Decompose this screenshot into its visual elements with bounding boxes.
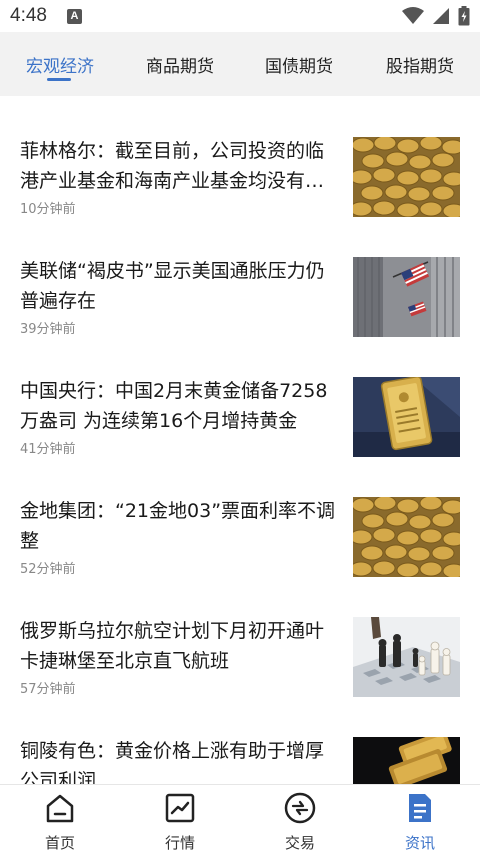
nav-home[interactable]: 首页 [0, 785, 120, 853]
nav-news[interactable]: 资讯 [360, 785, 480, 853]
news-item[interactable]: 俄罗斯乌拉尔航空计划下月初开通叶卡捷琳堡至北京直飞航班 57分钟前 [0, 616, 480, 736]
news-item[interactable]: 菲林格尔：截至目前，公司投资的临港产业基金和海南产业基金均没有投资 10分钟前 [0, 136, 480, 256]
news-item[interactable]: 金地集团：“21金地03”票面利率不调整 52分钟前 [0, 496, 480, 616]
us-flag-building-thumbnail [353, 257, 460, 337]
tab-treasury-futures[interactable]: 国债期货 [265, 32, 333, 96]
chess-thumbnail [353, 617, 460, 697]
news-title: 金地集团：“21金地03”票面利率不调整 [20, 500, 336, 552]
news-time: 39分钟前 [20, 322, 76, 337]
status-icons [402, 6, 470, 30]
news-time: 41分钟前 [20, 442, 76, 457]
bottom-navigation: 首页 行情 交易 资讯 [0, 784, 480, 853]
news-title: 美联储“褐皮书”显示美国通胀压力仍普遍存在 [20, 260, 325, 312]
status-time: 4:48 [10, 5, 47, 26]
gold-coins-thumbnail [353, 497, 460, 577]
news-time: 52分钟前 [20, 562, 76, 577]
active-tab-indicator [47, 78, 71, 81]
news-title: 铜陵有色：黄金价格上涨有助于增厚公司利润 [20, 740, 325, 784]
status-bar: 4:48 A [0, 0, 480, 32]
news-time: 57分钟前 [20, 682, 76, 697]
signal-icon [432, 7, 450, 29]
news-icon [404, 792, 436, 824]
news-feed[interactable]: 菲林格尔：截至目前，公司投资的临港产业基金和海南产业基金均没有投资 10分钟前 … [0, 96, 480, 784]
tab-index-futures[interactable]: 股指期货 [386, 32, 454, 96]
gold-bars-thumbnail [353, 737, 460, 784]
battery-icon [458, 6, 470, 30]
chart-icon [164, 792, 196, 824]
tab-macro-economy[interactable]: 宏观经济 [26, 32, 94, 96]
wifi-icon [402, 7, 424, 29]
tab-commodity-futures[interactable]: 商品期货 [146, 32, 214, 96]
news-title: 菲林格尔：截至目前，公司投资的临港产业基金和海南产业基金均没有投资 [20, 140, 325, 192]
gold-bar-thumbnail [353, 377, 460, 457]
news-item[interactable]: 铜陵有色：黄金价格上涨有助于增厚公司利润 [0, 736, 480, 784]
news-item[interactable]: 美联储“褐皮书”显示美国通胀压力仍普遍存在 39分钟前 [0, 256, 480, 376]
news-time: 10分钟前 [20, 202, 76, 217]
nav-trade[interactable]: 交易 [240, 785, 360, 853]
home-icon [44, 792, 76, 824]
nav-label-market: 行情 [164, 834, 195, 852]
news-title: 俄罗斯乌拉尔航空计划下月初开通叶卡捷琳堡至北京直飞航班 [20, 620, 325, 672]
gold-coins-thumbnail [353, 137, 460, 217]
nav-market[interactable]: 行情 [120, 785, 240, 853]
notification-icon: A [66, 8, 82, 24]
trade-icon [284, 792, 316, 824]
category-tabs: 宏观经济 商品期货 国债期货 股指期货 [0, 32, 480, 96]
news-title: 中国央行：中国2月末黄金储备7258万盎司 为连续第16个月增持黄金 [20, 380, 328, 432]
nav-label-home: 首页 [44, 834, 75, 852]
news-item[interactable]: 中国央行：中国2月末黄金储备7258万盎司 为连续第16个月增持黄金 41分钟前 [0, 376, 480, 496]
nav-label-trade: 交易 [284, 834, 315, 852]
nav-label-news: 资讯 [404, 834, 435, 852]
